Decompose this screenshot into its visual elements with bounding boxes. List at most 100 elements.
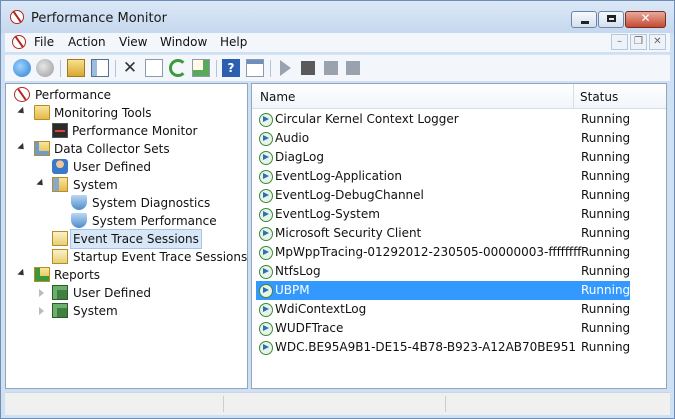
stop-icon[interactable] — [301, 61, 315, 75]
performance-icon — [14, 87, 30, 102]
collector-set-icon — [71, 195, 87, 210]
tree-label: Event Trace Sessions — [70, 229, 202, 249]
toolbar-separator — [270, 60, 271, 77]
performance-monitor-app-icon[interactable] — [10, 10, 24, 24]
list-item[interactable]: EventLog-Application Running — [256, 167, 630, 186]
session-status: Running — [581, 188, 631, 202]
action-pane-icon[interactable] — [246, 59, 264, 77]
list-item[interactable]: Audio Running — [256, 129, 630, 148]
tree-label: Reports — [54, 268, 101, 282]
session-status: Running — [581, 302, 631, 316]
expander-expanded-icon[interactable] — [17, 142, 27, 153]
save-template-icon[interactable] — [324, 61, 338, 75]
list-item[interactable]: MpWppTracing-01292012-230505-00000003-ff… — [256, 243, 630, 262]
session-status: Running — [581, 226, 631, 240]
maximize-button[interactable] — [598, 11, 624, 28]
list-item-selected[interactable]: UBPM Running — [256, 281, 630, 300]
trace-session-icon — [259, 246, 273, 260]
start-icon[interactable] — [280, 60, 291, 76]
minimize-icon — [581, 21, 589, 24]
list-item[interactable]: EventLog-DebugChannel Running — [256, 186, 630, 205]
session-status: Running — [581, 112, 631, 126]
status-divider — [223, 396, 224, 412]
expander-expanded-icon[interactable] — [17, 106, 27, 117]
minimize-button[interactable] — [571, 11, 597, 28]
close-button[interactable]: ✕ — [625, 11, 666, 28]
toolbar-separator — [60, 60, 61, 77]
reports-icon — [34, 267, 50, 282]
column-divider[interactable] — [573, 84, 574, 108]
trace-session-icon — [259, 132, 273, 146]
session-status: Running — [581, 283, 631, 297]
monitor-chart-icon — [52, 123, 68, 138]
trace-session-icon — [259, 265, 273, 279]
list-item[interactable]: WdiContextLog Running — [256, 300, 630, 319]
refresh-icon[interactable] — [169, 59, 187, 77]
session-status: Running — [581, 245, 631, 259]
tree-label: Performance — [35, 88, 112, 102]
list-item[interactable]: WUDFTrace Running — [256, 319, 630, 338]
session-status: Running — [581, 340, 631, 354]
session-name: Audio — [275, 131, 310, 145]
mdi-minimize-button[interactable]: – — [611, 34, 628, 50]
list-header: Name Status — [252, 84, 666, 109]
data-collector-sets-icon — [34, 141, 50, 156]
session-status: Running — [581, 207, 631, 221]
forward-arrow-icon[interactable] — [36, 59, 54, 77]
menu-view[interactable]: View — [119, 35, 147, 49]
system-menu-icon[interactable] — [12, 35, 26, 49]
tree-label: Monitoring Tools — [54, 106, 152, 120]
expander-collapsed-icon[interactable] — [39, 289, 44, 297]
trace-session-icon — [259, 170, 273, 184]
menu-file[interactable]: File — [34, 35, 54, 49]
mdi-close-button[interactable]: ✕ — [649, 34, 666, 50]
event-trace-icon — [52, 249, 68, 264]
trace-session-icon — [259, 227, 273, 241]
session-status: Running — [581, 150, 631, 164]
show-hide-tree-icon[interactable] — [91, 59, 109, 77]
tree-label: System Performance — [92, 214, 217, 228]
export-list-icon[interactable] — [192, 59, 210, 77]
session-name: WdiContextLog — [275, 302, 367, 316]
session-status: Running — [581, 264, 631, 278]
event-trace-icon — [52, 231, 68, 246]
report-icon — [52, 303, 68, 318]
up-folder-icon[interactable] — [67, 59, 85, 77]
session-status: Running — [581, 169, 631, 183]
session-name: EventLog-Application — [275, 169, 402, 183]
session-name: WUDFTrace — [275, 321, 344, 335]
expander-collapsed-icon[interactable] — [39, 307, 44, 315]
list-item[interactable]: Microsoft Security Client Running — [256, 224, 630, 243]
menu-window[interactable]: Window — [160, 35, 207, 49]
list-item[interactable]: DiagLog Running — [256, 148, 630, 167]
mdi-restore-button[interactable]: ❐ — [630, 34, 647, 50]
expander-expanded-icon[interactable] — [17, 268, 27, 279]
list-item[interactable]: EventLog-System Running — [256, 205, 630, 224]
tree-label: Performance Monitor — [72, 124, 198, 138]
toolbar: ✕ ? — [5, 54, 670, 81]
properties-page-icon[interactable] — [145, 59, 163, 77]
tree-label: User Defined — [73, 160, 151, 174]
column-header-name[interactable]: Name — [260, 90, 295, 104]
report-icon — [52, 285, 68, 300]
list-item[interactable]: NtfsLog Running — [256, 262, 630, 281]
toolbar-separator — [216, 60, 217, 77]
trace-session-icon — [259, 189, 273, 203]
session-name: MpWppTracing-01292012-230505-00000003-ff… — [275, 245, 582, 259]
column-header-status[interactable]: Status — [580, 90, 618, 104]
list-item[interactable]: WDC.BE95A9B1-DE15-4B78-B923-A12AB70BE951… — [256, 338, 630, 357]
menu-help[interactable]: Help — [220, 35, 247, 49]
menu-action[interactable]: Action — [68, 35, 106, 49]
trace-session-icon — [259, 341, 273, 355]
list-item[interactable]: Circular Kernel Context Logger Running — [256, 110, 630, 129]
data-manager-icon[interactable] — [346, 61, 360, 75]
delete-icon[interactable]: ✕ — [121, 59, 139, 77]
session-name: NtfsLog — [275, 264, 321, 278]
title-bar[interactable]: Performance Monitor ✕ — [1, 1, 674, 33]
back-arrow-icon[interactable] — [13, 59, 31, 77]
trace-session-icon — [259, 113, 273, 127]
status-bar — [5, 392, 670, 415]
expander-expanded-icon[interactable] — [36, 178, 46, 189]
tree-label: Startup Event Trace Sessions — [73, 250, 248, 264]
help-icon[interactable]: ? — [222, 59, 240, 77]
